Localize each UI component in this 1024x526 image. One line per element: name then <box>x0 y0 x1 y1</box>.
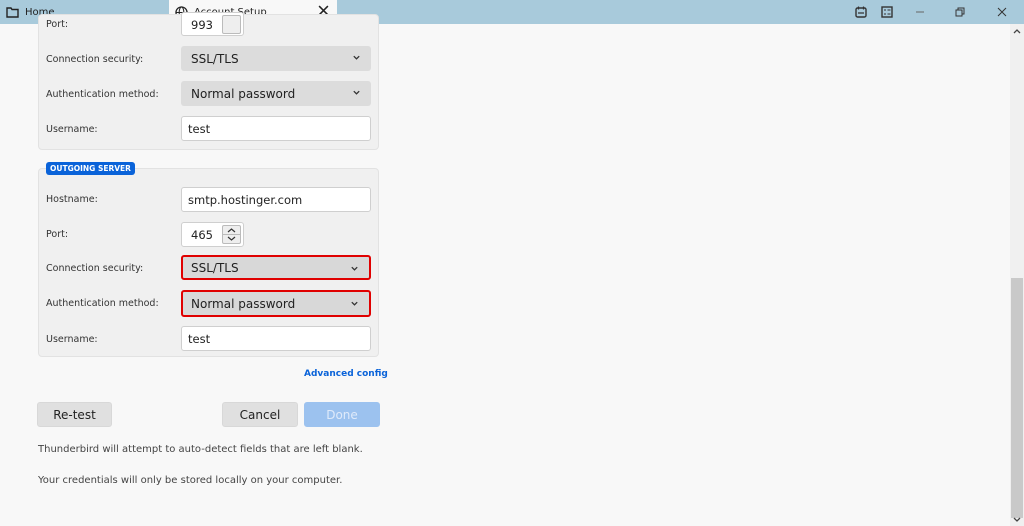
outgoing-port-stepper[interactable]: 465 <box>181 222 244 247</box>
incoming-username-input[interactable]: test <box>181 116 371 141</box>
scrollbar[interactable] <box>1010 24 1024 526</box>
outgoing-security-label: Connection security: <box>46 263 144 274</box>
outgoing-auth-label: Authentication method: <box>46 298 159 309</box>
outgoing-security-select[interactable]: SSL/TLS <box>181 255 371 280</box>
chevron-down-icon <box>353 55 360 60</box>
incoming-port-stepper[interactable]: 993 <box>181 12 244 36</box>
incoming-security-value: SSL/TLS <box>191 51 239 66</box>
chevron-down-icon[interactable] <box>1013 517 1021 523</box>
incoming-port-value: 993 <box>191 18 213 32</box>
outgoing-username-input[interactable]: test <box>181 326 371 351</box>
outgoing-security-value: SSL/TLS <box>191 260 239 275</box>
outgoing-port-label: Port: <box>46 229 69 240</box>
outgoing-server-badge: OUTGOING SERVER <box>46 162 135 175</box>
folder-icon <box>6 6 19 18</box>
spinner-icon[interactable] <box>222 15 241 34</box>
chevron-up-icon[interactable] <box>1013 28 1021 34</box>
cancel-button[interactable]: Cancel <box>222 402 298 427</box>
restore-icon[interactable] <box>940 7 980 17</box>
incoming-auth-label: Authentication method: <box>46 89 159 100</box>
chevron-down-icon <box>351 301 358 306</box>
minimize-icon[interactable] <box>900 7 940 17</box>
outgoing-hostname-label: Hostname: <box>46 194 98 205</box>
outgoing-hostname-input[interactable]: smtp.hostinger.com <box>181 187 371 212</box>
tasks-icon[interactable] <box>874 6 900 18</box>
incoming-username-label: Username: <box>46 124 98 135</box>
advanced-config-link[interactable]: Advanced config <box>304 369 388 379</box>
done-button: Done <box>304 402 380 427</box>
incoming-auth-select[interactable]: Normal password <box>181 81 371 106</box>
chevron-down-icon <box>353 90 360 95</box>
incoming-security-select[interactable]: SSL/TLS <box>181 46 371 71</box>
outgoing-port-value: 465 <box>191 228 213 242</box>
calendar-icon[interactable] <box>848 6 874 18</box>
outgoing-username-label: Username: <box>46 334 98 345</box>
chevron-down-icon <box>351 266 358 271</box>
window-close-icon[interactable] <box>980 7 1024 17</box>
credentials-note: Your credentials will only be stored loc… <box>38 475 343 486</box>
incoming-port-label: Port: <box>46 19 69 30</box>
incoming-auth-value: Normal password <box>191 86 296 101</box>
autodetect-note: Thunderbird will attempt to auto-detect … <box>38 444 363 455</box>
outgoing-auth-value: Normal password <box>191 296 296 311</box>
incoming-security-label: Connection security: <box>46 54 144 65</box>
spinner-icon[interactable] <box>222 225 241 244</box>
retest-button[interactable]: Re-test <box>37 402 112 427</box>
scrollbar-thumb[interactable] <box>1011 278 1023 518</box>
outgoing-auth-select[interactable]: Normal password <box>181 290 371 317</box>
